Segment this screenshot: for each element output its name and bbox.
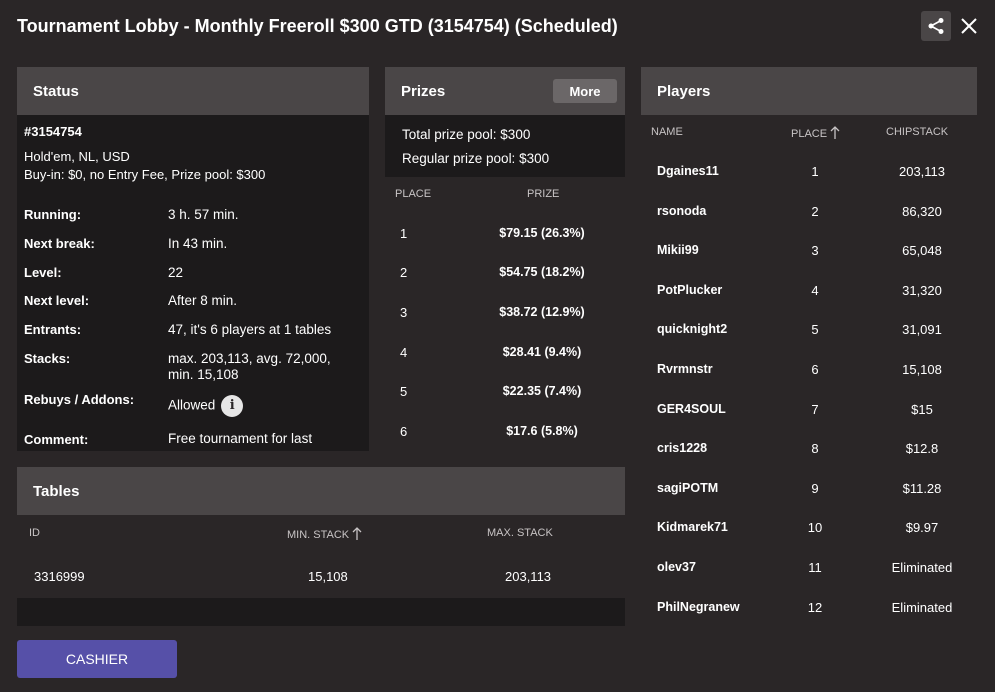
level-label: Level:	[24, 265, 62, 280]
player-name: Mikii99	[657, 243, 699, 257]
player-place: 12	[807, 600, 823, 615]
close-button[interactable]	[957, 13, 981, 39]
running-value: 3 h. 57 min.	[168, 207, 239, 222]
tables-col-max-stack[interactable]: MAX. STACK	[487, 527, 553, 539]
player-name: Rvrmnstr	[657, 362, 713, 376]
player-place: 1	[811, 164, 819, 179]
close-icon	[961, 18, 977, 34]
entrants-value: 47, it's 6 players at 1 tables	[168, 322, 332, 337]
player-place: 10	[807, 520, 823, 535]
share-button[interactable]	[921, 11, 951, 41]
prize-place: 4	[400, 345, 408, 360]
comment-value: Free tournament for last	[168, 431, 313, 446]
tournament-id: #3154754	[24, 124, 82, 139]
player-chipstack: 31,091	[902, 322, 942, 337]
player-place: 8	[811, 441, 819, 456]
player-chipstack: 65,048	[902, 243, 942, 258]
players-col-chipstack[interactable]: CHIPSTACK	[886, 126, 948, 138]
rebuys-row: Allowed i	[168, 395, 358, 417]
next-break-label: Next break:	[24, 236, 95, 251]
prize-place: 3	[400, 305, 408, 320]
buyin-info: Buy-in: $0, no Entry Fee, Prize pool: $3…	[24, 167, 266, 182]
game-type: Hold'em, NL, USD	[24, 149, 130, 164]
player-chipstack: 86,320	[902, 204, 942, 219]
player-name: quicknight2	[657, 322, 728, 336]
next-level-value: After 8 min.	[168, 293, 238, 308]
player-name: sagiPOTM	[657, 481, 719, 495]
player-place: 7	[811, 402, 819, 417]
rebuys-value: Allowed	[168, 397, 216, 413]
prize-place: 1	[400, 226, 408, 241]
prize-amount: $38.72 (12.9%)	[499, 305, 585, 319]
tables-footer	[17, 598, 625, 626]
player-place: 3	[811, 243, 819, 258]
entrants-label: Entrants:	[24, 322, 82, 337]
player-chipstack: $11.28	[902, 481, 942, 496]
rebuys-label: Rebuys / Addons:	[24, 392, 135, 407]
arrow-up-icon	[830, 126, 840, 139]
tables-header: Tables	[17, 467, 625, 515]
table-max-stack: 203,113	[505, 569, 552, 584]
prize-place: 2	[400, 265, 408, 280]
tables-col-min-stack-label: MIN. STACK	[287, 529, 350, 541]
players-header: Players	[641, 67, 977, 115]
player-chipstack: $9.97	[905, 520, 939, 535]
player-chipstack: 15,108	[902, 362, 942, 377]
player-name: PhilNegranew	[657, 600, 740, 614]
player-place: 4	[811, 283, 819, 298]
tables-col-id[interactable]: ID	[29, 527, 40, 539]
player-place: 5	[811, 322, 819, 337]
player-chipstack: Eliminated	[891, 560, 953, 575]
comment-label: Comment:	[24, 432, 89, 447]
next-break-value: In 43 min.	[168, 236, 228, 251]
player-name: olev37	[657, 560, 696, 574]
prize-pool-box	[385, 115, 625, 177]
player-chipstack: 31,320	[902, 283, 942, 298]
player-name: rsonoda	[657, 204, 707, 218]
prize-amount: $79.15 (26.3%)	[499, 226, 585, 240]
info-icon[interactable]: i	[221, 395, 244, 417]
next-level-label: Next level:	[24, 293, 90, 308]
status-header: Status	[17, 67, 369, 115]
player-name: GER4SOUL	[657, 402, 726, 416]
prize-col-prize[interactable]: PRIZE	[527, 188, 559, 200]
share-icon	[928, 18, 944, 34]
tables-col-min-stack[interactable]: MIN. STACK	[287, 527, 362, 541]
player-place: 11	[808, 560, 822, 575]
prize-amount: $28.41 (9.4%)	[502, 345, 582, 359]
players-col-place-label: PLACE	[791, 128, 828, 140]
level-value: 22	[168, 265, 184, 280]
player-name: PotPlucker	[657, 283, 723, 297]
player-name: Kidmarek71	[657, 520, 728, 534]
cashier-button[interactable]: CASHIER	[17, 640, 177, 678]
player-place: 2	[811, 204, 819, 219]
table-id: 3316999	[34, 569, 85, 584]
prize-place: 5	[400, 384, 408, 399]
player-name: cris1228	[657, 441, 708, 455]
prize-amount: $22.35 (7.4%)	[502, 384, 582, 398]
arrow-up-icon	[352, 527, 362, 540]
running-label: Running:	[24, 207, 82, 222]
table-min-stack: 15,108	[308, 569, 348, 584]
player-place: 9	[811, 481, 819, 496]
window-title: Tournament Lobby - Monthly Freeroll $300…	[17, 16, 618, 36]
player-chipstack: $12.8	[905, 441, 939, 456]
players-col-place[interactable]: PLACE	[791, 126, 840, 140]
regular-prize-pool: Regular prize pool: $300	[402, 151, 550, 166]
player-place: 6	[811, 362, 819, 377]
total-prize-pool: Total prize pool: $300	[402, 127, 531, 142]
player-chipstack: 203,113	[898, 164, 946, 179]
prize-place: 6	[400, 424, 408, 439]
players-col-name[interactable]: NAME	[651, 126, 683, 138]
more-button[interactable]: More	[553, 79, 617, 103]
prize-amount: $17.6 (5.8%)	[506, 424, 578, 438]
player-chipstack: $15	[911, 402, 933, 417]
player-chipstack: Eliminated	[891, 600, 953, 615]
stacks-value: max. 203,113, avg. 72,000, min. 15,108	[168, 351, 331, 382]
player-name: Dgaines11	[657, 164, 719, 178]
prize-amount: $54.75 (18.2%)	[499, 265, 585, 279]
stacks-label: Stacks:	[24, 351, 71, 366]
prize-col-place[interactable]: PLACE	[395, 188, 431, 200]
